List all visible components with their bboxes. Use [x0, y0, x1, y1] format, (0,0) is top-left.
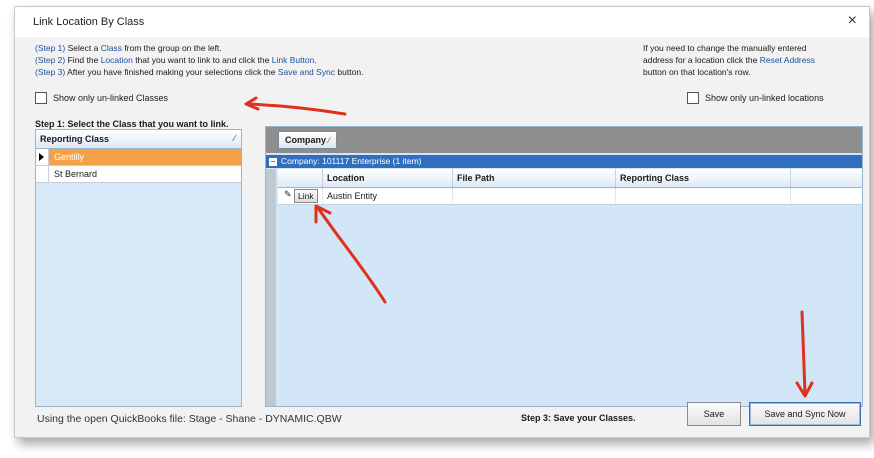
annotation-arrows [244, 96, 814, 398]
red-arrow-save-sync [800, 310, 807, 396]
red-arrow-step1 [246, 102, 347, 116]
red-arrow-link [316, 206, 387, 304]
